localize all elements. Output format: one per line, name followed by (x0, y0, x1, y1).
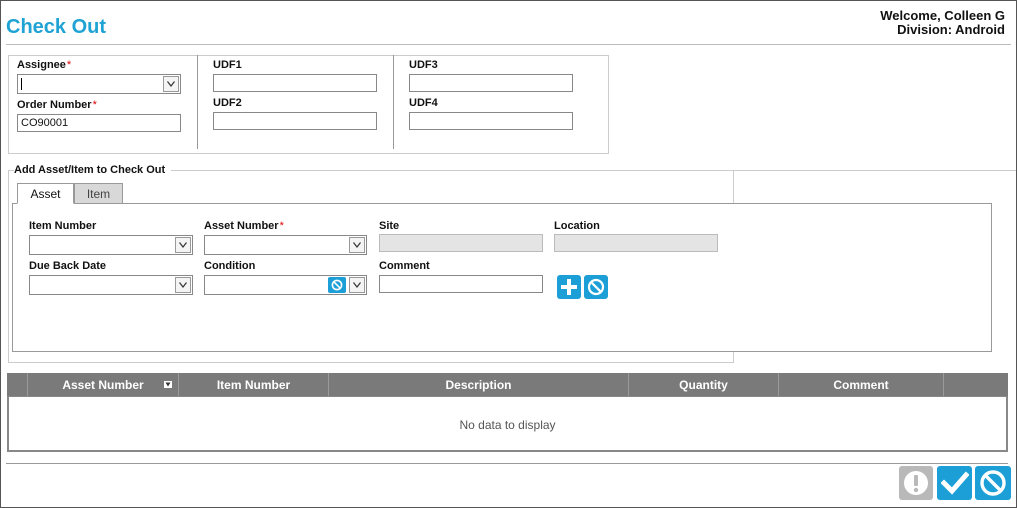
confirm-checkout-button[interactable] (937, 466, 972, 500)
order-details-panel (8, 55, 609, 154)
chevron-down-icon[interactable] (175, 237, 191, 253)
udf4-label: UDF4 (409, 97, 438, 109)
plus-icon (561, 279, 577, 295)
udf2-input[interactable] (213, 112, 377, 130)
sort-arrow-icon[interactable] (164, 381, 172, 388)
add-asset-button[interactable] (557, 275, 581, 299)
column-description[interactable]: Description (329, 373, 629, 396)
cancel-circle-icon (587, 278, 605, 296)
column-quantity[interactable]: Quantity (629, 373, 779, 396)
exclamation-icon (904, 471, 928, 495)
column-comment[interactable]: Comment (779, 373, 944, 396)
asset-number-dropdown[interactable] (204, 235, 367, 255)
site-field (379, 234, 543, 252)
assignee-dropdown[interactable] (17, 74, 181, 94)
cancel-checkout-button[interactable] (975, 466, 1011, 500)
clear-condition-button[interactable] (328, 277, 346, 293)
division-text: Division: Android (897, 22, 1005, 37)
header-divider (6, 44, 1011, 45)
location-field (554, 234, 718, 252)
asset-number-label: Asset Number* (204, 220, 284, 232)
cancel-circle-icon (980, 470, 1006, 496)
empty-grid-message: No data to display (459, 418, 556, 432)
udf2-label: UDF2 (213, 97, 242, 109)
item-number-dropdown[interactable] (29, 235, 193, 255)
page-title: Check Out (6, 16, 107, 38)
user-info: Welcome, Colleen G Division: Android (880, 9, 1005, 37)
chevron-down-icon[interactable] (349, 277, 365, 293)
checkmark-icon (940, 471, 969, 495)
tab-item[interactable]: Item (74, 183, 123, 204)
site-label: Site (379, 220, 400, 232)
tab-asset[interactable]: Asset (17, 183, 74, 204)
order-number-label: Order Number* (17, 99, 97, 111)
cancel-circle-icon (331, 279, 343, 291)
chevron-down-icon[interactable] (175, 277, 191, 293)
column-divider (393, 55, 394, 149)
item-number-label: Item Number (29, 220, 97, 232)
chevron-down-icon[interactable] (163, 76, 179, 92)
grid-header-spacer (7, 373, 28, 396)
column-item-number[interactable]: Item Number (179, 373, 329, 396)
udf3-input[interactable] (409, 74, 573, 92)
add-asset-legend: Add Asset/Item to Check Out (14, 164, 169, 176)
order-number-input[interactable]: CO90001 (17, 114, 181, 132)
text-cursor (21, 78, 22, 90)
grid-header: Asset Number Item Number Description Qua… (7, 373, 1008, 396)
footer-divider (6, 463, 1008, 464)
column-asset-number-label: Asset Number (62, 377, 144, 392)
udf1-label: UDF1 (213, 59, 242, 71)
asset-tab-panel: Item Number Asset Number* Site Location … (12, 203, 992, 352)
fieldset-border (171, 170, 1016, 171)
checkout-window: Check Out Welcome, Colleen G Division: A… (0, 0, 1017, 508)
condition-dropdown[interactable] (204, 275, 367, 295)
comment-label: Comment (379, 260, 430, 272)
location-label: Location (554, 220, 600, 232)
column-divider (197, 55, 198, 149)
udf4-input[interactable] (409, 112, 573, 130)
clear-asset-button[interactable] (584, 275, 608, 299)
condition-label: Condition (204, 260, 256, 272)
column-asset-number[interactable]: Asset Number (28, 373, 179, 396)
grid-body: No data to display (7, 396, 1008, 452)
chevron-down-icon[interactable] (349, 237, 365, 253)
udf3-label: UDF3 (409, 59, 438, 71)
warning-button[interactable] (899, 466, 933, 500)
welcome-text: Welcome, Colleen G (880, 8, 1005, 23)
due-back-date-label: Due Back Date (29, 260, 107, 272)
comment-input[interactable] (379, 275, 543, 293)
udf1-input[interactable] (213, 74, 377, 92)
due-back-date-picker[interactable] (29, 275, 193, 295)
assignee-label: Assignee* (17, 59, 72, 71)
